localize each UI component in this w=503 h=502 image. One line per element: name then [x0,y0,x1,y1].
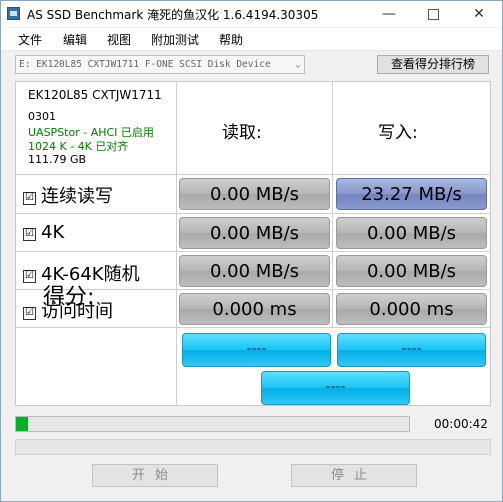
score-label: 得分: [43,285,95,310]
seq-write-value: 23.27 MB/s [336,178,487,210]
results-panel: EK120L85 CXTJW1711 0301 UASPStor - AHCI … [15,81,491,406]
menu-extra-tests[interactable]: 附加测试 [151,31,199,48]
maximize-icon [427,9,439,20]
write-score: ---- [337,333,486,367]
progress-bar [15,416,410,432]
elapsed-time: 00:00:42 [434,417,488,431]
minimize-button[interactable]: — [366,1,412,27]
app-window: AS SSD Benchmark 淹死的鱼汉化 1.6.4194.30305 —… [0,0,503,502]
menu-view[interactable]: 视图 [107,31,131,48]
drive-model: EK120L85 CXTJW1711 [28,88,162,102]
4k64-write-value: 0.00 MB/s [336,255,487,287]
stop-button[interactable]: 停止 [291,464,417,487]
checkbox-4k64[interactable]: ☑ [23,270,36,283]
total-score: ---- [261,371,410,405]
menu-file[interactable]: 文件 [18,31,42,48]
drive-select-value: E: EK120L85 CXTJW1711 F-ONE SCSI Disk De… [19,59,271,70]
4k64-read-value: 0.00 MB/s [179,255,330,287]
access-write-value: 0.000 ms [336,293,487,325]
score-ranking-button[interactable]: 查看得分排行榜 [377,55,489,74]
access-read-value: 0.000 ms [179,293,330,325]
read-header: 读取: [222,123,262,143]
close-button[interactable]: ✕ [456,1,502,27]
start-button[interactable]: 开始 [92,464,218,487]
window-title: AS SSD Benchmark 淹死的鱼汉化 1.6.4194.30305 [27,8,319,22]
row-seq-label[interactable]: ☑ 连续读写 [23,182,113,208]
drive-select[interactable]: E: EK120L85 CXTJW1711 F-ONE SCSI Disk De… [15,55,305,74]
4k-read-value: 0.00 MB/s [179,217,330,249]
seq-read-value: 0.00 MB/s [179,178,330,210]
progress-fill [16,417,28,431]
drive-firmware: 0301 [28,110,56,123]
read-score: ---- [182,333,331,367]
checkbox-4k[interactable]: ☑ [23,228,36,241]
drive-size: 111.79 GB [28,153,87,166]
checkbox-seq[interactable]: ☑ [23,192,36,205]
secondary-progress-bar [15,439,491,455]
drive-alignment: 1024 K - 4K 已对齐 [28,140,129,153]
maximize-button[interactable] [410,1,456,27]
menu-bar: 文件 编辑 视图 附加测试 帮助 [1,28,502,51]
app-icon [7,7,20,20]
title-bar: AS SSD Benchmark 淹死的鱼汉化 1.6.4194.30305 —… [1,1,502,27]
checkbox-access[interactable]: ☑ [23,307,36,320]
row-4k-label[interactable]: ☑ 4K [23,222,64,243]
menu-help[interactable]: 帮助 [219,31,243,48]
4k-write-value: 0.00 MB/s [336,217,487,249]
chevron-down-icon: ⌄ [294,59,301,70]
menu-edit[interactable]: 编辑 [63,31,87,48]
write-header: 写入: [378,123,418,143]
